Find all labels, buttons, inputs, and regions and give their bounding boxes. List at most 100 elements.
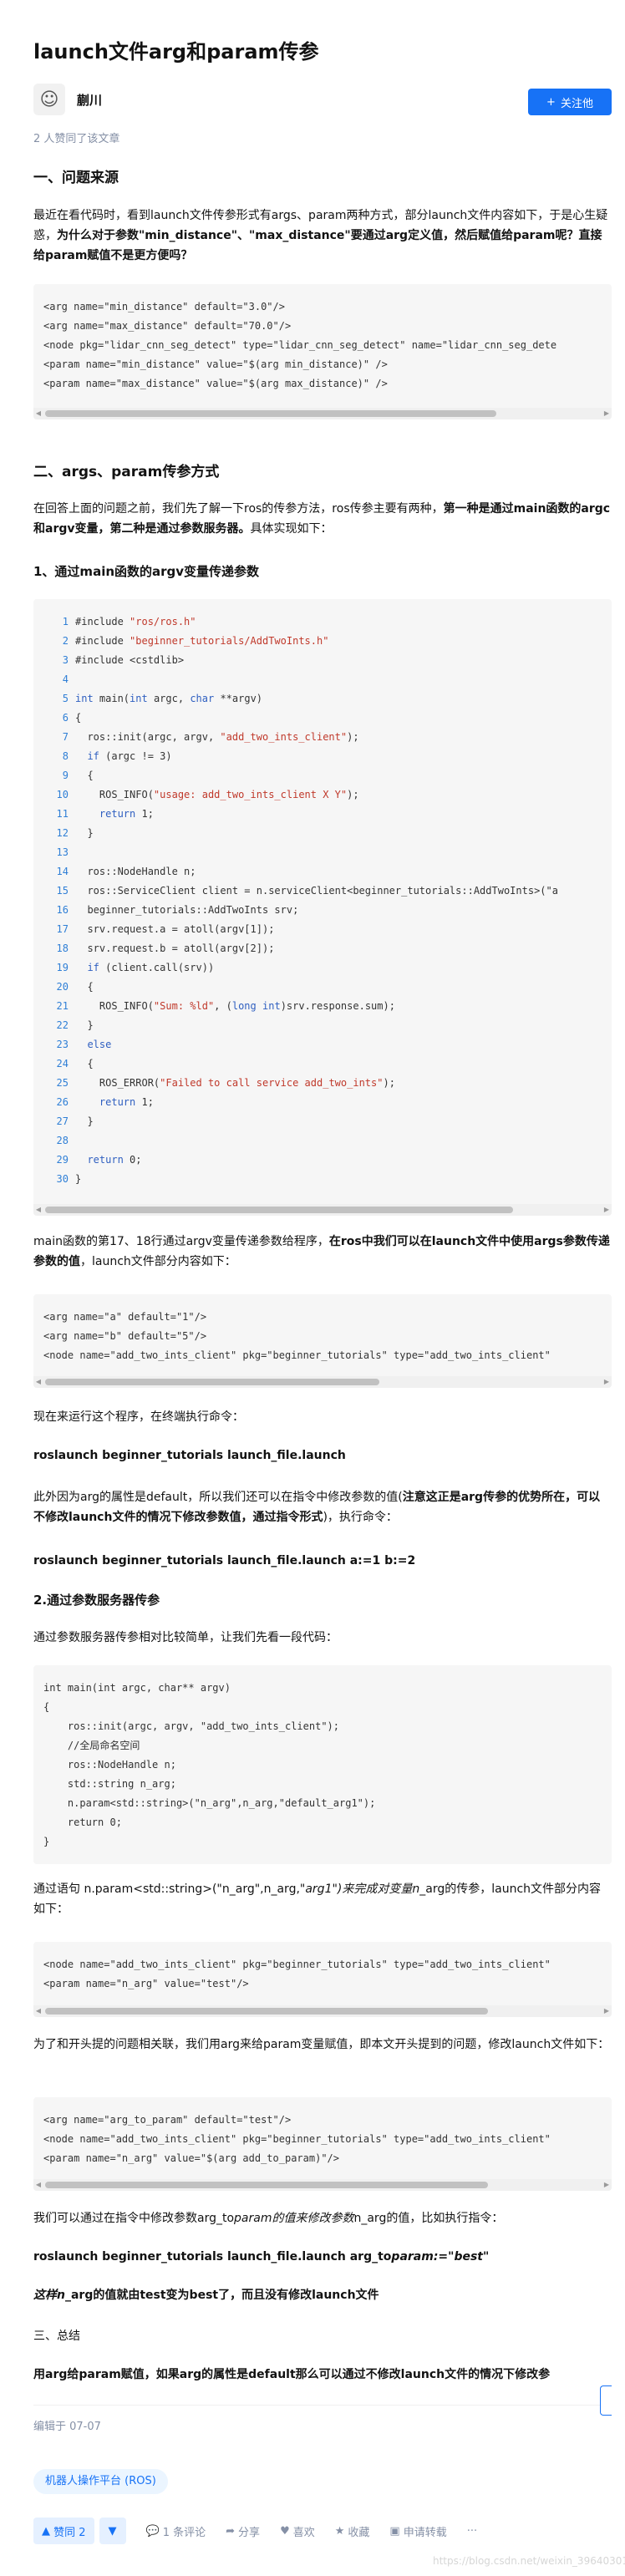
section-heading: 三、总结 <box>33 2330 80 2343</box>
report-label: 申请转载 <box>403 2526 447 2539</box>
paragraph: 通过参数服务器传参相对比较简单，让我们先看一段代码： <box>33 1631 338 1644</box>
triangle-down-icon: ▼ <box>108 2524 117 2538</box>
code-line: 9 { <box>62 770 94 781</box>
horizontal-scrollbar[interactable]: ◀ ▶ <box>33 2005 612 2017</box>
favorite-button[interactable]: ★ 收藏 <box>335 2523 370 2539</box>
horizontal-scrollbar[interactable]: ◀ ▶ <box>33 408 612 419</box>
share-label: 分享 <box>238 2526 261 2539</box>
side-toggle[interactable] <box>600 2385 612 2416</box>
code-line: <param name="min_distance" value="$(arg … <box>43 358 388 370</box>
code-line: 3 #include <cstdlib> <box>62 654 185 666</box>
author-name[interactable]: 蒯川 <box>77 91 102 109</box>
scroll-left-icon[interactable]: ◀ <box>33 2179 43 2191</box>
share-icon: ➦ <box>226 2524 236 2538</box>
code-line: ros::NodeHandle n; <box>43 1759 176 1771</box>
paragraph: 在回答上面的问题之前，我们先了解一下ros的传参方法，ros传参主要有两种，第一… <box>33 499 612 539</box>
follow-button[interactable]: + 关注他 <box>528 89 612 115</box>
paragraph: main函数的第17、18行通过argv变量传递参数给程序，在ros中我们可以在… <box>33 1232 612 1272</box>
code-line: <node name="add_two_ints_client" pkg="be… <box>43 2133 551 2145</box>
scroll-right-icon[interactable]: ▶ <box>602 408 612 419</box>
code-line: 10 ROS_INFO("usage: add_two_ints_client … <box>56 789 359 800</box>
text-span: main函数的第17、18行通过argv变量传递参数给程序， <box>33 1235 329 1248</box>
comment-button[interactable]: 💬 1 条评论 <box>146 2523 206 2539</box>
more-button[interactable]: ··· <box>467 2525 477 2538</box>
avatar[interactable]: ☺ <box>33 84 65 115</box>
share-button[interactable]: ➦ 分享 <box>226 2523 260 2539</box>
like-button[interactable]: ♥ 喜欢 <box>280 2523 315 2539</box>
report-button[interactable]: ▣ 申请转载 <box>389 2523 446 2539</box>
scroll-left-icon[interactable]: ◀ <box>33 408 43 419</box>
heart-icon: ♥ <box>280 2524 290 2538</box>
code-line: 17 srv.request.a = atoll(argv[1]); <box>56 923 275 935</box>
code-line: 8 if (argc != 3) <box>62 750 172 762</box>
code-line: 16 beginner_tutorials::AddTwoInts srv; <box>56 904 299 916</box>
scroll-right-icon[interactable]: ▶ <box>602 1376 612 1388</box>
scroll-thumb[interactable] <box>45 410 496 417</box>
code-line: 24 { <box>56 1058 94 1070</box>
code-line: <param name="max_distance" value="$(arg … <box>43 378 388 389</box>
code-content: <arg name="a" default="1"/> <arg name="b… <box>33 1294 612 1365</box>
horizontal-scrollbar[interactable]: ◀ ▶ <box>33 1376 612 1388</box>
code-line: 22 } <box>56 1019 94 1031</box>
author-block[interactable]: ☺ 蒯川 <box>33 84 102 115</box>
favorite-label: 收藏 <box>348 2526 370 2539</box>
code-block[interactable]: int main(int argc, char** argv) { ros::i… <box>33 1665 612 1864</box>
scroll-thumb[interactable] <box>45 1379 379 1385</box>
scroll-left-icon[interactable]: ◀ <box>33 2005 43 2017</box>
scroll-thumb[interactable] <box>45 1207 513 1213</box>
section-heading: 二、args、param传参方式 <box>33 464 220 480</box>
italic-span: param的值来修改参数 <box>234 2212 354 2225</box>
triangle-up-icon: ▲ <box>42 2524 54 2538</box>
code-line: 25 ROS_ERROR("Failed to call service add… <box>56 1077 395 1089</box>
code-block[interactable]: <arg name="a" default="1"/> <arg name="b… <box>33 1294 612 1388</box>
upvote-button[interactable]: ▲ 赞同 2 <box>33 2518 94 2544</box>
code-line: <param name="n_arg" value="test"/> <box>43 1978 249 1989</box>
code-line: 15 ros::ServiceClient client = n.service… <box>56 885 558 897</box>
code-line: ros::init(argc, argv, "add_two_ints_clie… <box>43 1720 340 1732</box>
text-span: ，launch文件部分内容如下： <box>80 1255 236 1268</box>
like-label: 喜欢 <box>292 2526 315 2539</box>
horizontal-scrollbar[interactable]: ◀ ▶ <box>33 2179 612 2191</box>
code-line: std::string n_arg; <box>43 1778 176 1790</box>
scroll-right-icon[interactable]: ▶ <box>602 1204 612 1216</box>
code-block[interactable]: <arg name="min_distance" default="3.0"/>… <box>33 284 612 419</box>
more-icon: ··· <box>466 2524 478 2538</box>
code-content: <arg name="min_distance" default="3.0"/>… <box>33 284 612 394</box>
scroll-left-icon[interactable]: ◀ <box>33 1204 43 1216</box>
code-line: { <box>43 1701 50 1713</box>
scroll-left-icon[interactable]: ◀ <box>33 1376 43 1388</box>
code-line: } <box>43 1836 50 1847</box>
copyright-icon: ▣ <box>389 2524 400 2538</box>
code-line: <node name="add_two_ints_client" pkg="be… <box>43 1959 551 1970</box>
code-content: 1 #include "ros/ros.h" 2 #include "beginne… <box>33 599 612 1189</box>
horizontal-scrollbar[interactable]: ◀ ▶ <box>33 1204 612 1216</box>
likes-note: 2 人赞同了该文章 <box>33 133 120 145</box>
code-line: 28 <box>56 1135 69 1146</box>
text-span: 此外因为arg的属性是default，所以我们还可以在指令中修改参数的值( <box>33 1491 403 1504</box>
code-line: 2 #include "beginner_tutorials/AddTwoInts… <box>62 635 329 647</box>
text-span: 通过语句 n.param<std::string>("n_arg",n_arg,… <box>33 1882 306 1896</box>
text-span: 具体实现如下： <box>250 522 333 536</box>
code-line: 7 ros::init(argc, argv, "add_two_ints_cl… <box>62 731 359 743</box>
text-span: )，执行命令： <box>323 1511 398 1524</box>
downvote-button[interactable]: ▼ <box>99 2518 126 2544</box>
code-block[interactable]: <arg name="arg_to_param" default="test"/… <box>33 2097 612 2191</box>
paragraph: 为了和开头提的问题相关联，我们用arg来给param变量赋值，即本文开头提到的问… <box>33 2038 610 2051</box>
italic-span: param:="best" <box>391 2250 490 2264</box>
code-line: 26 return 1; <box>56 1096 154 1108</box>
italic-span: arg1")来完成对变量n <box>305 1882 420 1896</box>
code-line: <arg name="max_distance" default="70.0"/… <box>43 320 292 332</box>
scroll-right-icon[interactable]: ▶ <box>602 2005 612 2017</box>
topic-tag[interactable]: 机器人操作平台 (ROS) <box>33 2469 168 2494</box>
code-content: int main(int argc, char** argv) { ros::i… <box>33 1665 612 1852</box>
scroll-thumb[interactable] <box>45 2182 488 2188</box>
scroll-thumb[interactable] <box>45 2008 488 2015</box>
comment-label: 1 条评论 <box>162 2526 206 2539</box>
code-block[interactable]: 1 #include "ros/ros.h" 2 #include "beginne… <box>33 599 612 1216</box>
scroll-right-icon[interactable]: ▶ <box>602 2179 612 2191</box>
paragraph: 用arg给param赋值，如果arg的属性是default那么可以通过不修改la… <box>33 2368 551 2381</box>
code-line: 14 ros::NodeHandle n; <box>56 866 196 877</box>
bold-span: 为什么对于参数"min_distance"、"max_distance"要通过a… <box>33 229 602 262</box>
code-block[interactable]: <node name="add_two_ints_client" pkg="be… <box>33 1942 612 2017</box>
command-line: roslaunch beginner_tutorials launch_file… <box>33 1554 416 1567</box>
